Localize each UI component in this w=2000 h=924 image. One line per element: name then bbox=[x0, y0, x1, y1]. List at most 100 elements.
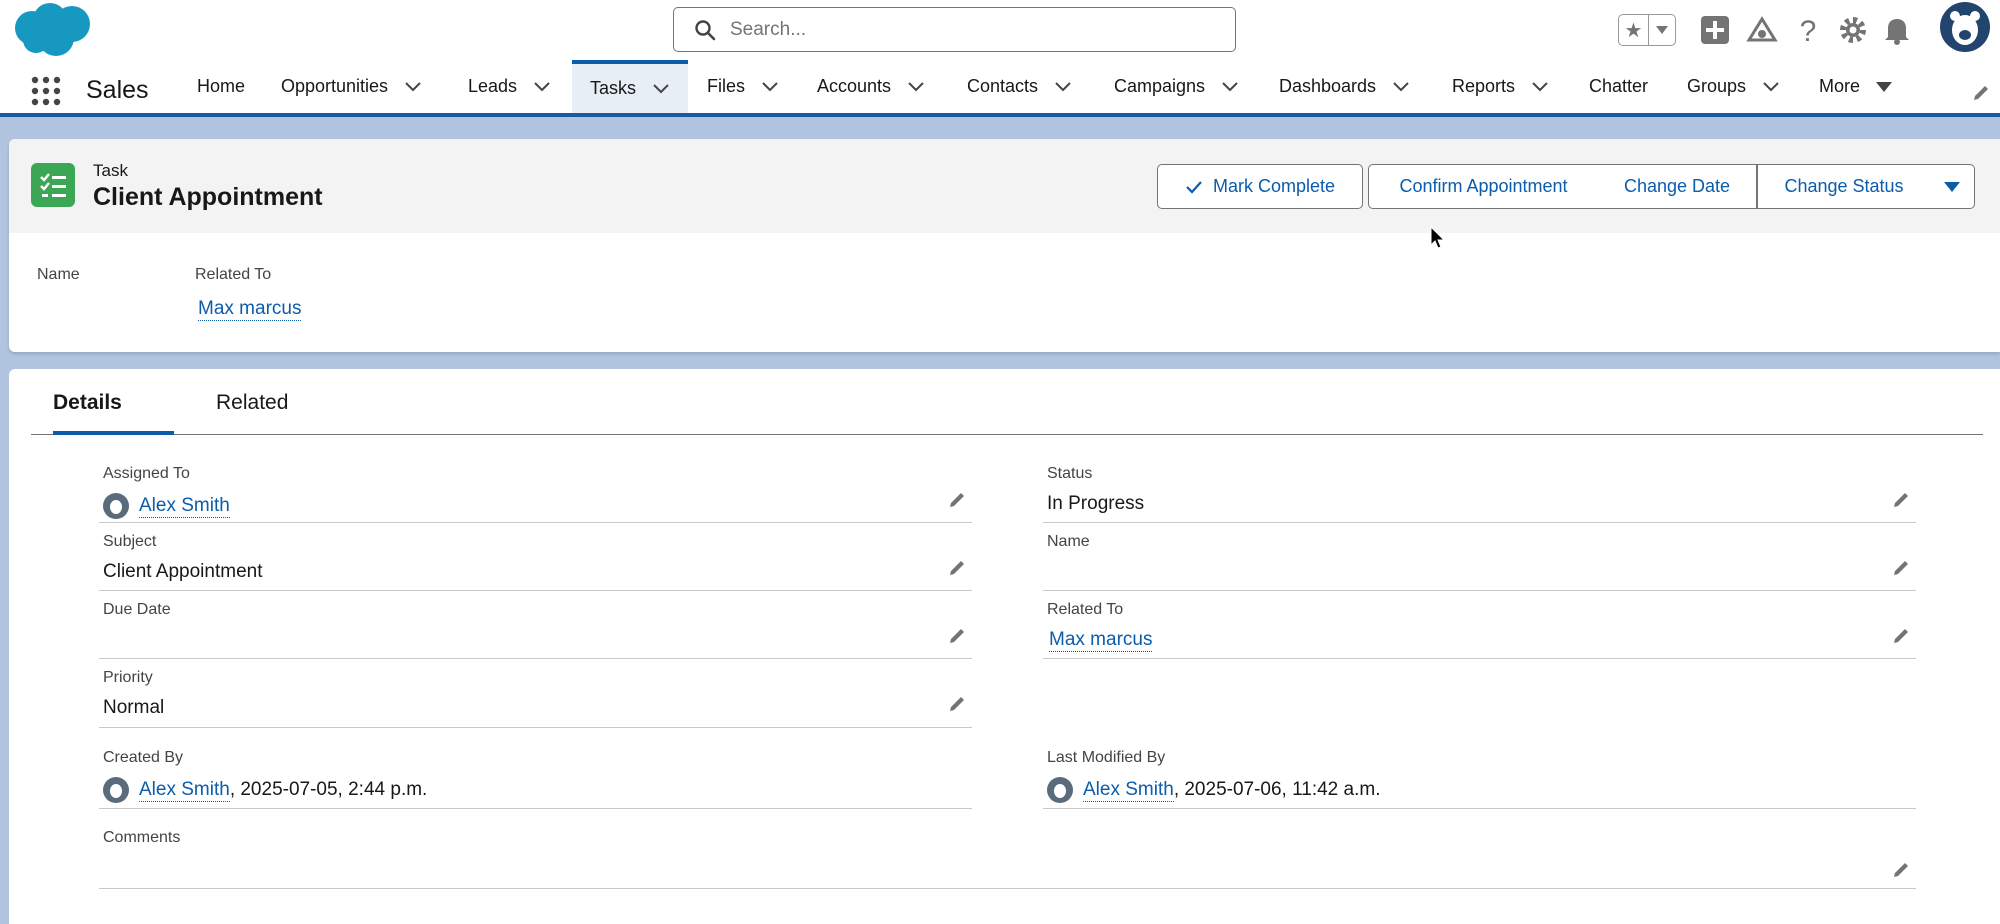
created-timestamp: , 2025-07-05, 2:44 p.m. bbox=[229, 779, 428, 800]
highlight-related-to-link[interactable]: Max marcus bbox=[198, 298, 302, 321]
field-value: In Progress bbox=[1047, 493, 1145, 514]
edit-pencil-icon[interactable] bbox=[1892, 559, 1910, 577]
more-actions-dropdown[interactable] bbox=[1930, 164, 1975, 209]
related-to-link[interactable]: Max marcus bbox=[1049, 629, 1153, 652]
nav-item-groups[interactable]: Groups bbox=[1687, 60, 1780, 113]
field-name: Name bbox=[1043, 533, 1916, 591]
field-label: Comments bbox=[103, 829, 181, 846]
chevron-down-icon[interactable] bbox=[652, 83, 670, 95]
field-label: Subject bbox=[103, 533, 157, 550]
chevron-down-icon[interactable] bbox=[907, 81, 925, 93]
check-icon bbox=[1186, 180, 1202, 194]
button-label: Change Status bbox=[1784, 176, 1904, 196]
created-by-link[interactable]: Alex Smith bbox=[139, 779, 230, 802]
edit-pencil-icon[interactable] bbox=[948, 695, 966, 713]
bear-avatar-icon bbox=[1950, 11, 1980, 45]
field-comments: Comments bbox=[99, 829, 1916, 889]
mouse-cursor-icon bbox=[1430, 226, 1446, 249]
nav-item-accounts[interactable]: Accounts bbox=[817, 60, 925, 113]
field-last-modified-by: Last Modified By Alex Smith , 2025-07-06… bbox=[1043, 749, 1916, 809]
nav-item-campaigns[interactable]: Campaigns bbox=[1114, 60, 1239, 113]
chevron-down-icon[interactable] bbox=[404, 81, 422, 93]
change-date-button[interactable]: Change Date bbox=[1598, 164, 1757, 209]
edit-pencil-icon[interactable] bbox=[948, 559, 966, 577]
field-label: Related To bbox=[1047, 601, 1124, 618]
trailhead-icon[interactable] bbox=[1746, 14, 1778, 46]
nav-item-reports[interactable]: Reports bbox=[1452, 60, 1549, 113]
user-avatar[interactable] bbox=[1940, 2, 1990, 52]
nav-item-tasks[interactable]: Tasks bbox=[572, 60, 689, 113]
nav-item-label: Dashboards bbox=[1279, 76, 1377, 96]
favorites-dropdown-icon[interactable] bbox=[1649, 15, 1675, 45]
chevron-down-icon[interactable] bbox=[1054, 81, 1072, 93]
button-label: Mark Complete bbox=[1212, 176, 1336, 196]
caret-down-icon[interactable] bbox=[1876, 81, 1893, 92]
app-launcher-icon[interactable] bbox=[31, 76, 61, 106]
help-icon[interactable]: ? bbox=[1796, 14, 1820, 46]
edit-pencil-icon[interactable] bbox=[1892, 627, 1910, 645]
favorites-star-icon[interactable]: ★ bbox=[1619, 15, 1649, 45]
field-value: Max marcus bbox=[1047, 629, 1153, 652]
chevron-down-icon[interactable] bbox=[1221, 81, 1239, 93]
setup-gear-icon[interactable] bbox=[1838, 14, 1868, 46]
assigned-to-link[interactable]: Alex Smith bbox=[139, 495, 230, 518]
nav-item-chatter[interactable]: Chatter bbox=[1589, 60, 1648, 113]
modified-timestamp: , 2025-07-06, 11:42 a.m. bbox=[1173, 779, 1381, 800]
nav-item-label: Chatter bbox=[1589, 76, 1649, 96]
chevron-down-icon[interactable] bbox=[1531, 81, 1549, 93]
edit-nav-pencil-icon[interactable] bbox=[1972, 84, 1990, 102]
field-value: Alex Smith bbox=[103, 493, 230, 519]
svg-text:?: ? bbox=[1800, 15, 1817, 46]
global-header: Search... ★ ? bbox=[0, 0, 2000, 60]
tab-related[interactable]: Related bbox=[216, 391, 288, 415]
caret-down-icon bbox=[1944, 181, 1960, 192]
search-placeholder: Search... bbox=[730, 18, 807, 40]
field-related-to: Related To Max marcus bbox=[1043, 601, 1916, 659]
field-label: Name bbox=[1047, 533, 1090, 550]
global-search-input[interactable]: Search... bbox=[673, 7, 1236, 52]
add-icon[interactable] bbox=[1700, 14, 1730, 46]
chevron-down-icon[interactable] bbox=[1392, 81, 1410, 93]
user-avatar-icon bbox=[103, 493, 129, 519]
notifications-bell-icon[interactable] bbox=[1882, 14, 1912, 46]
nav-item-opportunities[interactable]: Opportunities bbox=[281, 60, 422, 113]
nav-item-files[interactable]: Files bbox=[707, 60, 779, 113]
mark-complete-button[interactable]: Mark Complete bbox=[1157, 164, 1363, 209]
field-subject: Subject Client Appointment bbox=[99, 533, 972, 591]
nav-item-label: Tasks bbox=[590, 78, 637, 98]
nav-item-contacts[interactable]: Contacts bbox=[967, 60, 1072, 113]
field-value: Client Appointment bbox=[103, 561, 263, 582]
nav-item-label: Accounts bbox=[817, 76, 892, 96]
nav-item-label: Files bbox=[707, 76, 746, 96]
field-label: Assigned To bbox=[103, 465, 190, 482]
field-label: Status bbox=[1047, 465, 1093, 482]
chevron-down-icon[interactable] bbox=[533, 81, 551, 93]
tab-details[interactable]: Details bbox=[53, 391, 122, 415]
edit-pencil-icon[interactable] bbox=[1892, 491, 1910, 509]
last-modified-by-link[interactable]: Alex Smith bbox=[1083, 779, 1174, 802]
app-name: Sales bbox=[86, 76, 149, 104]
chevron-down-icon[interactable] bbox=[761, 81, 779, 93]
user-avatar-icon bbox=[1047, 777, 1073, 803]
confirm-appointment-button[interactable]: Confirm Appointment bbox=[1368, 164, 1599, 209]
user-avatar-icon bbox=[103, 777, 129, 803]
field-created-by: Created By Alex Smith , 2025-07-05, 2:44… bbox=[99, 749, 972, 809]
highlight-related-to-label: Related To bbox=[195, 266, 272, 283]
change-status-button[interactable]: Change Status bbox=[1757, 164, 1931, 209]
edit-pencil-icon[interactable] bbox=[948, 491, 966, 509]
nav-item-home[interactable]: Home bbox=[197, 60, 245, 113]
nav-item-more[interactable]: More bbox=[1819, 60, 1893, 113]
field-value: Alex Smith , 2025-07-05, 2:44 p.m. bbox=[103, 777, 427, 803]
nav-item-leads[interactable]: Leads bbox=[468, 60, 551, 113]
nav-item-label: Contacts bbox=[967, 76, 1039, 96]
field-label: Last Modified By bbox=[1047, 749, 1166, 766]
highlight-name-label: Name bbox=[37, 266, 80, 283]
salesforce-cloud-logo[interactable] bbox=[10, 0, 96, 58]
edit-pencil-icon[interactable] bbox=[948, 627, 966, 645]
field-value: Normal bbox=[103, 697, 165, 718]
edit-pencil-icon[interactable] bbox=[1892, 861, 1910, 879]
chevron-down-icon[interactable] bbox=[1762, 81, 1780, 93]
nav-item-dashboards[interactable]: Dashboards bbox=[1279, 60, 1410, 113]
field-label: Due Date bbox=[103, 601, 171, 618]
favorites-button[interactable]: ★ bbox=[1618, 14, 1676, 46]
